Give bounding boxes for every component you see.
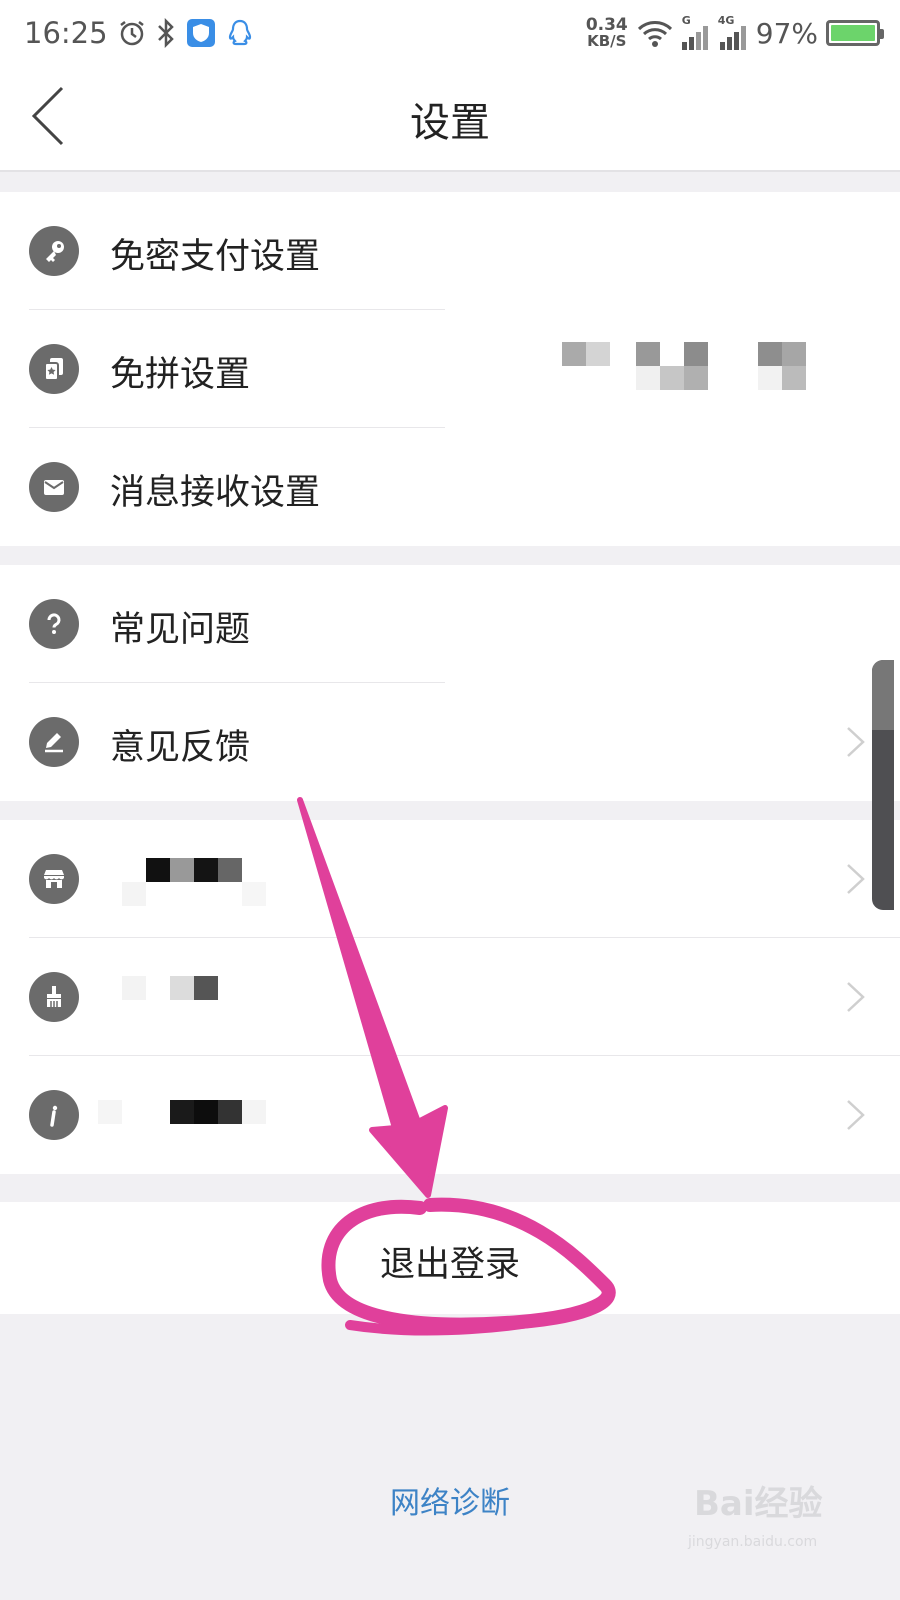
status-bar: 16:25 0.34 KB/S G 4G 97% bbox=[0, 0, 900, 66]
redacted-content bbox=[562, 342, 812, 392]
settings-item-label: 消息接收设置 bbox=[110, 473, 321, 513]
watermark: Bai经验 jingyan.baidu.com bbox=[688, 1470, 858, 1570]
store-icon bbox=[29, 854, 79, 904]
wifi-icon bbox=[637, 21, 672, 47]
settings-group-help: 常见问题 意见反馈 bbox=[0, 565, 900, 801]
chevron-right-icon bbox=[847, 727, 865, 757]
alarm-icon bbox=[119, 21, 144, 46]
chevron-right-icon bbox=[847, 982, 865, 1012]
qq-icon bbox=[228, 19, 251, 46]
settings-item-label: 免密支付设置 bbox=[110, 237, 321, 277]
broom-icon bbox=[29, 972, 79, 1022]
shield-icon bbox=[186, 19, 215, 47]
settings-item-notifications[interactable]: 消息接收设置 bbox=[0, 428, 900, 546]
chevron-right-icon bbox=[847, 864, 865, 894]
settings-item-label: 意见反馈 bbox=[110, 728, 251, 768]
network-speed: 0.34 KB/S bbox=[585, 15, 628, 50]
watermark-brand: Bai经验 bbox=[694, 1484, 823, 1524]
bluetooth-icon bbox=[157, 18, 174, 48]
chevron-right-icon bbox=[847, 1100, 865, 1130]
cards-icon bbox=[29, 344, 79, 394]
edit-icon bbox=[29, 717, 79, 767]
signal-sim2-icon: 4G bbox=[718, 14, 748, 50]
status-time: 16:25 bbox=[24, 16, 108, 50]
signal-sim1-icon: G bbox=[681, 14, 710, 50]
settings-item-faq[interactable]: 常见问题 bbox=[0, 565, 900, 683]
page-title: 设置 bbox=[410, 100, 490, 146]
settings-item-label: 免拼设置 bbox=[110, 355, 251, 395]
settings-item-password-free-pay[interactable]: 免密支付设置 bbox=[0, 192, 900, 310]
info-icon bbox=[29, 1090, 79, 1140]
question-icon bbox=[29, 599, 79, 649]
watermark-url: jingyan.baidu.com bbox=[688, 1534, 818, 1550]
battery-icon bbox=[826, 20, 884, 46]
redacted-content bbox=[122, 976, 232, 1026]
redacted-content bbox=[122, 858, 272, 908]
settings-item-feedback[interactable]: 意见反馈 bbox=[0, 683, 900, 801]
scrollbar-thumb[interactable] bbox=[872, 660, 894, 730]
battery-percent: 97% bbox=[755, 16, 818, 50]
mail-icon bbox=[29, 462, 79, 512]
key-icon bbox=[29, 226, 79, 276]
nav-bar: 设置 bbox=[0, 66, 900, 172]
logout-label: 退出登录 bbox=[379, 1245, 520, 1285]
redacted-content bbox=[98, 1094, 268, 1144]
logout-button[interactable]: 退出登录 bbox=[0, 1202, 900, 1314]
settings-item-label: 常见问题 bbox=[110, 610, 251, 650]
